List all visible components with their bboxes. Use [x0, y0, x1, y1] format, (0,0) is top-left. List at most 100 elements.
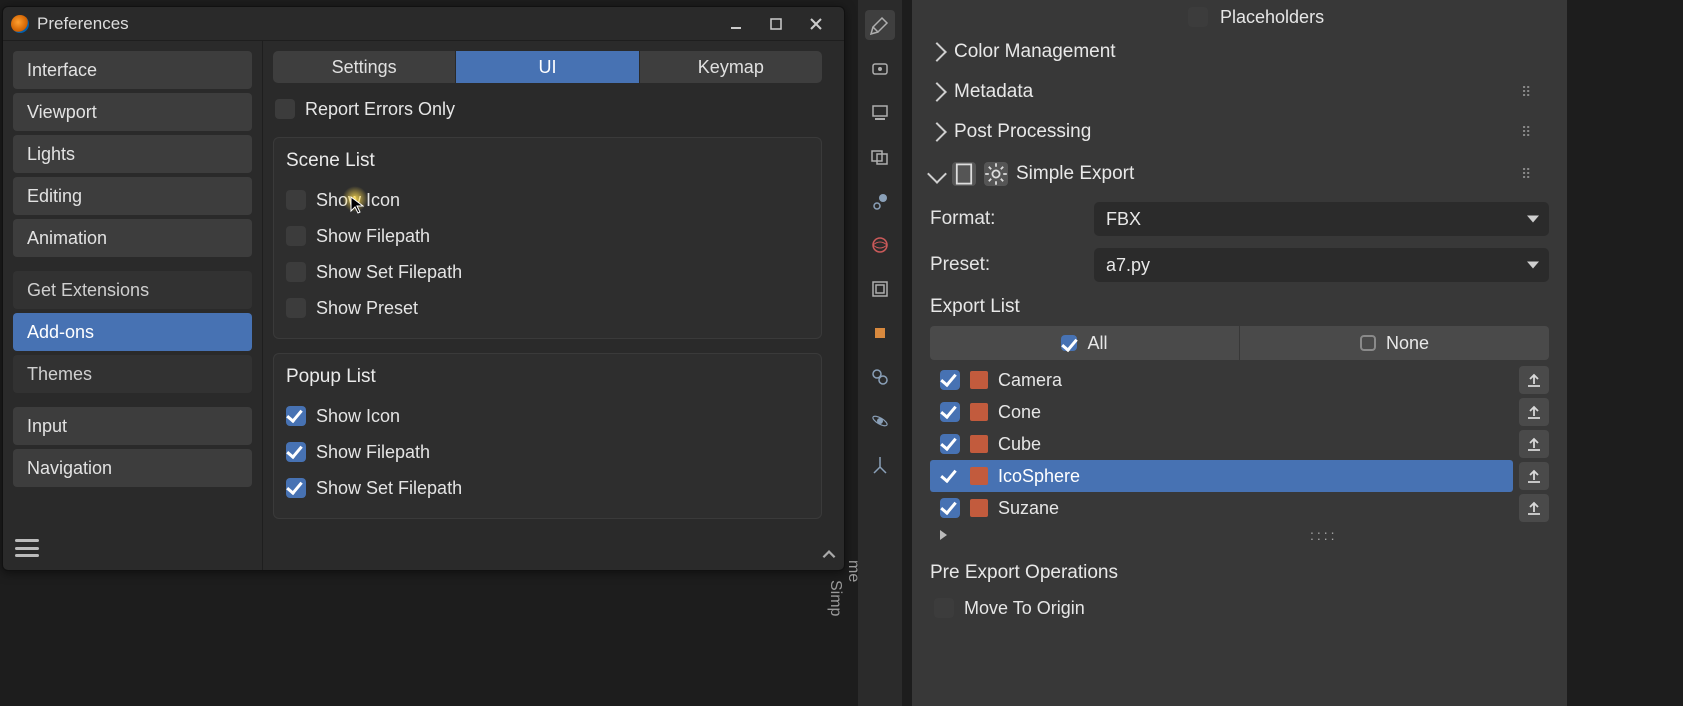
collection-icon [970, 371, 988, 389]
sidebar-item-animation[interactable]: Animation [13, 219, 252, 257]
close-button[interactable] [796, 11, 836, 37]
sidebar-item-interface[interactable]: Interface [13, 51, 252, 89]
scene-list-title: Scene List [286, 150, 811, 172]
report-errors-label: Report Errors Only [305, 99, 455, 120]
simple-export-header[interactable]: Simple Export ⠿ [930, 152, 1549, 196]
format-value: FBX [1106, 209, 1141, 230]
chevron-down-icon [1527, 262, 1539, 269]
report-errors-checkbox[interactable] [275, 99, 295, 119]
hamburger-menu-button[interactable] [13, 536, 41, 560]
export-item-camera[interactable]: Camera [930, 364, 1513, 396]
format-dropdown[interactable]: FBX [1094, 202, 1549, 236]
export-item-checkbox[interactable] [940, 402, 960, 422]
export-item-cube[interactable]: Cube [930, 428, 1513, 460]
prop-tab-output[interactable] [865, 98, 895, 128]
post-processing-header[interactable]: Post Processing ⠿ [930, 112, 1549, 152]
collection-icon [970, 435, 988, 453]
chevron-right-icon [927, 122, 947, 142]
chevron-down-icon [927, 164, 947, 184]
sidebar-item-viewport[interactable]: Viewport [13, 93, 252, 131]
scene-show-filepath-checkbox[interactable] [286, 226, 306, 246]
prop-tab-world[interactable] [865, 230, 895, 260]
export-item-checkbox[interactable] [940, 370, 960, 390]
export-item-suzane[interactable]: Suzane [930, 492, 1513, 524]
scene-show-icon-checkbox[interactable] [286, 190, 306, 210]
expand-icon[interactable] [940, 530, 947, 540]
prop-tab-tool[interactable] [865, 10, 895, 40]
export-item-checkbox[interactable] [940, 466, 960, 486]
sidebar-item-editing[interactable]: Editing [13, 177, 252, 215]
export-item-upload-button[interactable] [1519, 494, 1549, 522]
checked-icon [1061, 335, 1077, 351]
metadata-header[interactable]: Metadata ⠿ [930, 72, 1549, 112]
export-item-upload-button[interactable] [1519, 366, 1549, 394]
export-item-icosphere[interactable]: IcoSphere [930, 460, 1513, 492]
select-all-none-bar: All None [930, 326, 1549, 360]
sidebar-item-themes[interactable]: Themes [13, 355, 252, 393]
prop-tab-collection[interactable] [865, 274, 895, 304]
color-management-header[interactable]: Color Management [930, 32, 1549, 72]
export-item-upload-button[interactable] [1519, 462, 1549, 490]
preset-dropdown[interactable]: a7.py [1094, 248, 1549, 282]
minimize-button[interactable] [716, 11, 756, 37]
popup-show-set-filepath-row: Show Set Filepath [284, 470, 811, 506]
format-row: Format: FBX [930, 196, 1549, 242]
export-list: Camera Cone Cube IcoSphere [930, 364, 1549, 546]
export-item-name: IcoSphere [998, 466, 1513, 487]
select-none-button[interactable]: None [1239, 326, 1549, 360]
grip-icon[interactable]: ⠿ [1521, 84, 1549, 101]
chevron-down-icon [1527, 216, 1539, 223]
export-item-cone[interactable]: Cone [930, 396, 1513, 428]
popup-show-icon-checkbox[interactable] [286, 406, 306, 426]
prop-tab-scene[interactable] [865, 186, 895, 216]
export-item-checkbox[interactable] [940, 434, 960, 454]
sidebar-item-get-extensions[interactable]: Get Extensions [13, 271, 252, 309]
properties-panel: Placeholders Color Management Metadata ⠿… [912, 0, 1567, 706]
scene-show-filepath-label: Show Filepath [316, 226, 430, 247]
popup-show-filepath-checkbox[interactable] [286, 442, 306, 462]
scene-show-set-filepath-label: Show Set Filepath [316, 262, 462, 283]
preferences-window: Preferences Interface Viewport Lights Ed… [2, 6, 845, 571]
tab-keymap[interactable]: Keymap [639, 51, 822, 83]
tab-settings[interactable]: Settings [273, 51, 455, 83]
prop-tab-render[interactable] [865, 54, 895, 84]
collection-icon [970, 467, 988, 485]
grip-icon[interactable]: ⠿ [1521, 124, 1549, 141]
prop-tab-object[interactable] [865, 318, 895, 348]
resize-grip-icon[interactable]: :::: [1310, 527, 1338, 543]
export-item-name: Camera [998, 370, 1513, 391]
popup-show-filepath-label: Show Filepath [316, 442, 430, 463]
unchecked-icon [1360, 335, 1376, 351]
addon-subtabs: Settings UI Keymap [273, 51, 822, 83]
sidebar-item-navigation[interactable]: Navigation [13, 449, 252, 487]
vertical-panel-labels: me Simp [826, 560, 862, 700]
blender-icon [11, 15, 29, 33]
export-item-upload-button[interactable] [1519, 398, 1549, 426]
export-item-checkbox[interactable] [940, 498, 960, 518]
grip-icon[interactable]: ⠿ [1521, 166, 1549, 183]
sidebar-item-lights[interactable]: Lights [13, 135, 252, 173]
prop-tab-physics[interactable] [865, 406, 895, 436]
export-list-footer: :::: [930, 524, 1549, 546]
prop-tab-constraints[interactable] [865, 362, 895, 392]
scene-show-set-filepath-checkbox[interactable] [286, 262, 306, 282]
export-item-upload-button[interactable] [1519, 430, 1549, 458]
preferences-main: Settings UI Keymap Report Errors Only Sc… [263, 41, 844, 570]
move-to-origin-checkbox[interactable] [934, 598, 954, 618]
scene-show-preset-checkbox[interactable] [286, 298, 306, 318]
cursor-icon [350, 196, 364, 214]
popup-show-set-filepath-checkbox[interactable] [286, 478, 306, 498]
sidebar-item-input[interactable]: Input [13, 407, 252, 445]
maximize-button[interactable] [756, 11, 796, 37]
window-title: Preferences [37, 14, 716, 34]
titlebar: Preferences [3, 7, 844, 41]
tab-ui[interactable]: UI [455, 51, 638, 83]
popup-show-set-filepath-label: Show Set Filepath [316, 478, 462, 499]
prop-tab-viewlayer[interactable] [865, 142, 895, 172]
placeholders-checkbox[interactable] [1188, 7, 1208, 27]
pre-export-title: Pre Export Operations [930, 562, 1549, 584]
scene-show-set-filepath-row: Show Set Filepath [284, 254, 811, 290]
prop-tab-data[interactable] [865, 450, 895, 480]
select-all-button[interactable]: All [930, 326, 1239, 360]
sidebar-item-addons[interactable]: Add-ons [13, 313, 252, 351]
